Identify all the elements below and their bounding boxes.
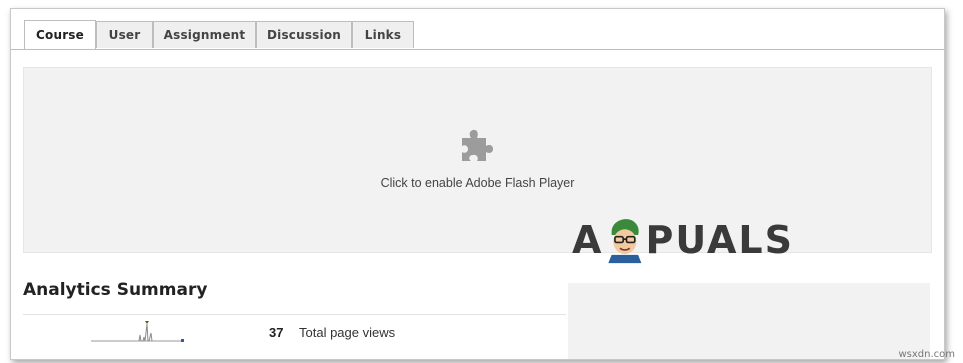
- mascot-icon: [608, 219, 642, 264]
- puzzle-piece-icon: [462, 129, 493, 161]
- divider: [23, 314, 566, 315]
- flash-placeholder[interactable]: Click to enable Adobe Flash Player: [23, 67, 932, 253]
- tab-discussion[interactable]: Discussion: [256, 21, 352, 48]
- total-page-views-value: 37: [269, 325, 284, 340]
- site-watermark: wsxdn.com: [898, 349, 955, 360]
- tab-course[interactable]: Course: [24, 20, 96, 49]
- browser-frame: Course User Assignment Discussion Links …: [10, 8, 945, 360]
- watermark-letter: A: [572, 218, 604, 262]
- tab-assignment[interactable]: Assignment: [153, 21, 256, 48]
- total-page-views-label: Total page views: [299, 325, 396, 340]
- tab-user[interactable]: User: [96, 21, 153, 48]
- side-panel: [568, 283, 930, 359]
- flash-enable-message[interactable]: Click to enable Adobe Flash Player: [24, 176, 931, 190]
- tab-links[interactable]: Links: [352, 21, 414, 48]
- watermark-text: PUALS: [645, 218, 794, 262]
- page-views-sparkline: [91, 321, 184, 342]
- analytics-summary-heading: Analytics Summary: [23, 280, 208, 300]
- tab-bar: Course User Assignment Discussion Links: [11, 9, 944, 50]
- appuals-watermark: A PUALS: [572, 210, 794, 270]
